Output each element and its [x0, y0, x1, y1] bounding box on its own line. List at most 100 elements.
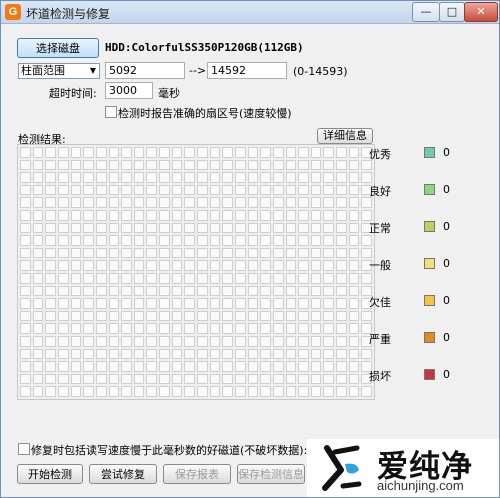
legend-label: 损坏 — [369, 370, 391, 383]
block-cell — [20, 336, 31, 347]
block-cell — [159, 361, 170, 372]
block-cell — [159, 159, 170, 171]
block-cell — [32, 386, 44, 397]
select-disk-button[interactable]: 选择磁盘 — [17, 38, 99, 58]
block-cell — [45, 260, 56, 271]
block-cell — [197, 298, 208, 309]
block-cell — [323, 273, 335, 284]
app-logo-icon: G — [5, 4, 21, 20]
block-cell — [285, 247, 297, 259]
block-cell — [298, 197, 309, 208]
save-scan-info-button[interactable]: 保存检测信息 — [237, 464, 305, 484]
block-cell — [222, 386, 233, 397]
block-cell — [32, 310, 44, 322]
block-cell — [121, 184, 132, 196]
block-cell — [184, 323, 195, 334]
block-cell — [83, 310, 94, 322]
block-cell — [121, 172, 132, 183]
block-cell — [171, 285, 183, 297]
block-cell — [184, 159, 195, 171]
block-cell — [272, 222, 284, 234]
block-cell — [184, 273, 195, 284]
block-cell — [197, 386, 208, 397]
block-cell — [108, 348, 120, 360]
start-scan-button[interactable]: 开始检测 — [17, 464, 83, 484]
block-cell — [222, 222, 233, 234]
block-cell — [95, 197, 107, 208]
block-cell — [70, 260, 82, 271]
block-cell — [57, 147, 69, 158]
block-cell — [70, 147, 82, 158]
range-mode-select[interactable]: 柱面范围 ▼ — [18, 63, 100, 79]
block-cell — [70, 386, 82, 397]
block-cell — [247, 235, 259, 246]
block-cell — [361, 386, 372, 397]
maximize-button[interactable]: □ — [439, 2, 465, 22]
block-cell — [20, 197, 31, 208]
block-cell — [95, 336, 107, 347]
block-cell — [285, 235, 297, 246]
block-cell — [247, 310, 259, 322]
block-cell — [45, 247, 56, 259]
block-cell — [298, 336, 309, 347]
block-cell — [95, 235, 107, 246]
block-cell — [57, 235, 69, 246]
block-cell — [133, 222, 145, 234]
legend-swatch — [424, 258, 435, 269]
block-cell — [298, 172, 309, 183]
timeout-input[interactable]: 3000 — [105, 82, 153, 99]
block-cell — [95, 361, 107, 372]
block-cell — [159, 172, 170, 183]
block-cell — [146, 197, 158, 208]
block-cell — [348, 172, 360, 183]
block-cell — [70, 361, 82, 372]
block-cell — [209, 147, 221, 158]
range-start-input[interactable]: 5092 — [105, 62, 185, 79]
block-cell — [336, 197, 347, 208]
block-cell — [272, 172, 284, 183]
minimize-button[interactable]: — — [412, 2, 440, 22]
block-cell — [95, 210, 107, 221]
block-cell — [70, 323, 82, 334]
block-cell — [272, 184, 284, 196]
save-report-button[interactable]: 保存报表 — [163, 464, 231, 484]
block-cell — [222, 172, 233, 183]
block-cell — [323, 323, 335, 334]
block-cell — [171, 310, 183, 322]
block-cell — [298, 273, 309, 284]
block-cell — [133, 285, 145, 297]
block-cell — [234, 348, 246, 360]
details-button[interactable]: 详细信息 — [317, 128, 373, 144]
block-cell — [108, 336, 120, 347]
block-cell — [310, 260, 322, 271]
block-cell — [209, 184, 221, 196]
block-cell — [95, 147, 107, 158]
block-cell — [32, 184, 44, 196]
try-repair-button[interactable]: 尝试修复 — [89, 464, 157, 484]
block-cell — [234, 336, 246, 347]
block-cell — [95, 260, 107, 271]
block-map-grid — [17, 144, 375, 400]
block-cell — [159, 247, 170, 259]
block-cell — [336, 210, 347, 221]
legend-count: 0 — [443, 294, 450, 307]
block-cell — [133, 386, 145, 397]
block-cell — [20, 147, 31, 158]
block-cell — [171, 373, 183, 385]
window-title: 坏道检测与修复 — [26, 7, 111, 21]
block-cell — [285, 147, 297, 158]
block-cell — [57, 373, 69, 385]
block-cell — [146, 159, 158, 171]
block-cell — [234, 210, 246, 221]
block-cell — [323, 310, 335, 322]
block-cell — [20, 222, 31, 234]
range-end-input[interactable]: 14592 — [207, 62, 287, 79]
close-button[interactable]: ✕ — [464, 2, 498, 22]
block-cell — [133, 336, 145, 347]
accurate-sector-checkbox[interactable] — [105, 106, 117, 118]
block-cell — [171, 172, 183, 183]
block-cell — [70, 336, 82, 347]
repair-slow-tracks-checkbox[interactable] — [18, 443, 30, 455]
block-cell — [70, 247, 82, 259]
block-cell — [184, 235, 195, 246]
